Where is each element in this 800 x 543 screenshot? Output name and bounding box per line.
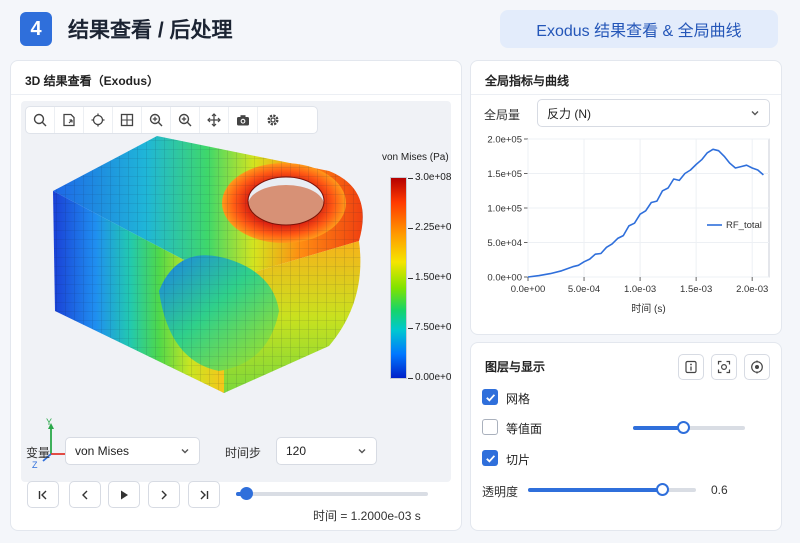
settings-icon[interactable] <box>258 107 287 133</box>
chart-panel-title: 全局指标与曲线 <box>485 74 570 88</box>
y-tick-label: 1.0e+05 <box>487 204 522 215</box>
fem-model-render[interactable] <box>29 131 379 406</box>
screenshot-button[interactable] <box>711 354 737 380</box>
y-tick-label: 5.0e+04 <box>487 238 522 249</box>
colorbar-label: 0.00e+00 <box>415 372 451 383</box>
rotate-icon[interactable] <box>84 107 113 133</box>
x-tick-label: 5.0e-04 <box>568 284 600 295</box>
page-title: 结果查看 / 后处理 <box>68 19 233 42</box>
x-tick-label: 1.0e-03 <box>624 284 656 295</box>
quantity-label: 全局量 <box>484 108 521 122</box>
screenshot-icon <box>717 360 731 374</box>
timestep-select[interactable]: 120 <box>276 437 377 465</box>
colorbar-tick <box>408 178 413 179</box>
skip-first-button[interactable] <box>27 481 59 508</box>
colorbar-tick <box>408 378 413 379</box>
viewer-panel-title: 3D 结果查看（Exodus） <box>25 74 160 88</box>
chevron-down-icon <box>358 449 366 454</box>
variable-label: 变量 <box>26 446 51 460</box>
x-axis-title: 时间 (s) <box>631 302 665 315</box>
play-icon <box>121 490 128 499</box>
legend-title: von Mises (Pa) <box>382 152 449 163</box>
quantity-select-value: 反力 (N) <box>547 106 591 121</box>
y-tick-label: 1.5e+05 <box>487 169 522 180</box>
colorbar <box>390 177 407 379</box>
chevron-down-icon <box>181 449 189 454</box>
chart-divider <box>471 94 781 95</box>
colorbar-tick <box>408 278 413 279</box>
step-badge: 4 <box>20 12 52 46</box>
layers-panel-title: 图层与显示 <box>485 360 546 374</box>
timestep-label: 时间步 <box>225 446 262 460</box>
opacity-slider[interactable] <box>528 483 696 496</box>
step-forward-icon <box>161 490 167 499</box>
viewport-3d[interactable]: von Mises (Pa) 3.0e+08 2.25e+08 1.50e+08… <box>21 101 451 482</box>
time-readout: 时间 = 1.2000e-03 s <box>313 509 421 523</box>
skip-last-button[interactable] <box>188 481 220 508</box>
colorbar-tick <box>408 228 413 229</box>
export-icon[interactable] <box>55 107 84 133</box>
colorbar-tick <box>408 328 413 329</box>
checkmark-icon <box>485 454 495 463</box>
viewer-toolbar <box>25 106 318 134</box>
chevron-down-icon <box>751 111 759 116</box>
mesh-checkbox[interactable] <box>482 389 498 405</box>
slice-label: 切片 <box>506 453 531 467</box>
x-tick-label: 2.0e-03 <box>736 284 768 295</box>
info-button[interactable] <box>678 354 704 380</box>
variable-select-value: von Mises <box>75 444 130 458</box>
time-slider[interactable] <box>236 487 428 500</box>
step-back-icon <box>82 490 88 499</box>
colorbar-label: 7.50e+07 <box>415 322 451 333</box>
step-forward-button[interactable] <box>148 481 180 508</box>
info-icon <box>685 360 697 374</box>
skip-first-icon <box>38 490 47 499</box>
header-chip: Exodus 结果查看 & 全局曲线 <box>500 10 778 48</box>
contour-slider[interactable] <box>633 421 745 434</box>
checkmark-icon <box>485 393 495 402</box>
contour-slider-fill <box>633 426 684 430</box>
y-tick-label: 0.0e+00 <box>487 273 522 284</box>
reaction-force-chart[interactable]: 0.0e+00 5.0e+04 1.0e+05 1.5e+05 2.0e+05 0.0e+… <box>470 130 782 320</box>
header: 4 结果查看 / 后处理 Exodus 结果查看 & 全局曲线 <box>0 0 800 58</box>
opacity-label: 透明度 <box>482 485 519 499</box>
zoom-fit-icon[interactable] <box>26 107 55 133</box>
zoom-out-icon[interactable] <box>171 107 200 133</box>
x-tick-label: 1.5e-03 <box>680 284 712 295</box>
viewer-divider <box>11 94 461 95</box>
time-slider-thumb[interactable] <box>239 487 253 500</box>
y-axis-label: Y <box>46 417 52 427</box>
zoom-in-icon[interactable] <box>142 107 171 133</box>
play-button[interactable] <box>108 481 140 508</box>
camera-icon[interactable] <box>229 107 258 133</box>
opacity-value: 0.6 <box>711 483 728 497</box>
view-box-icon[interactable] <box>113 107 142 133</box>
contour-checkbox[interactable] <box>482 419 498 435</box>
opacity-slider-fill <box>528 488 663 492</box>
x-tick-label: 0.0e+00 <box>511 284 546 295</box>
contour-label: 等值面 <box>506 422 543 436</box>
timestep-select-value: 120 <box>286 444 307 458</box>
slice-checkbox[interactable] <box>482 450 498 466</box>
z-axis-label: Z <box>32 460 38 470</box>
variable-select[interactable]: von Mises <box>65 437 200 465</box>
legend-label: RF_total <box>726 220 762 231</box>
colorbar-label: 3.0e+08 <box>415 172 451 183</box>
pan-icon[interactable] <box>200 107 229 133</box>
step-back-button[interactable] <box>69 481 101 508</box>
skip-last-icon <box>200 490 209 499</box>
target-icon <box>751 360 763 374</box>
colorbar-label: 2.25e+08 <box>415 222 451 233</box>
mesh-label: 网格 <box>506 392 531 406</box>
quantity-select[interactable]: 反力 (N) <box>537 99 770 127</box>
target-button[interactable] <box>744 354 770 380</box>
colorbar-label: 1.50e+08 <box>415 272 451 283</box>
y-tick-label: 2.0e+05 <box>487 135 522 146</box>
